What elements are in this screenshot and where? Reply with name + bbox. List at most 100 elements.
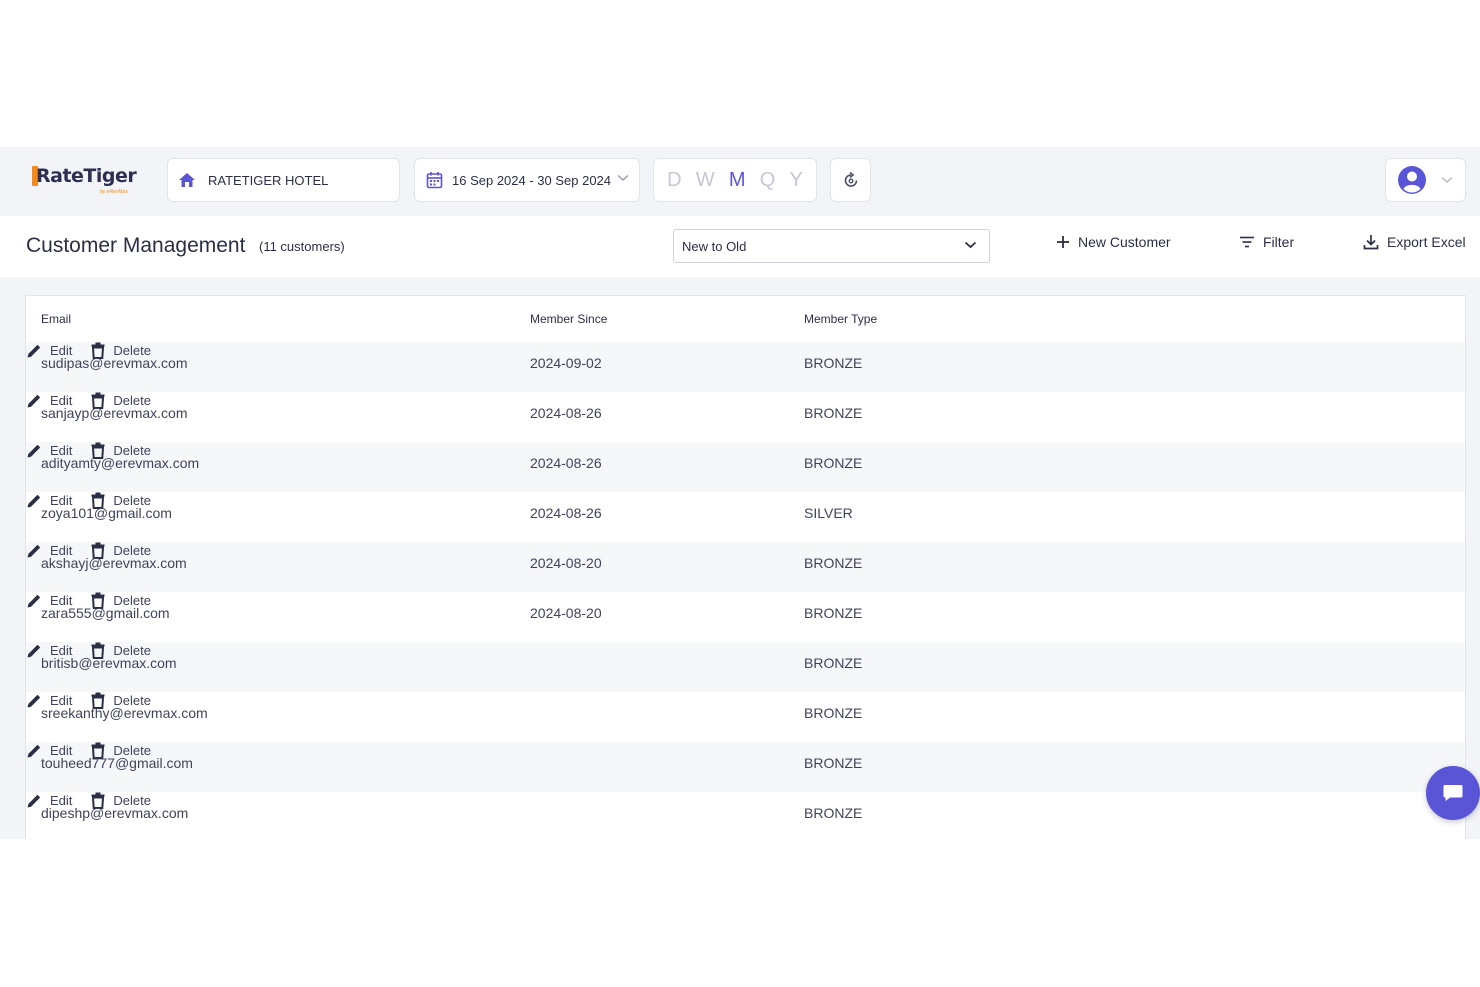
- chat-button[interactable]: [1426, 766, 1480, 820]
- pencil-icon: [27, 544, 41, 557]
- customer-email: dipeshp@erevmax.com: [41, 805, 189, 821]
- row-actions: Edit Delete: [26, 642, 1465, 659]
- table-row: zoya101@gmail.com 2024-08-26 SILVER Edit…: [26, 492, 1465, 542]
- customer-email: akshayj@erevmax.com: [41, 555, 187, 571]
- row-actions: Edit Delete: [26, 592, 1465, 609]
- chevron-down-icon: [617, 174, 629, 182]
- user-avatar-icon: [1398, 166, 1426, 194]
- member-since: 2024-08-20: [530, 555, 602, 571]
- member-type: BRONZE: [804, 805, 863, 821]
- user-menu[interactable]: [1385, 158, 1466, 202]
- filter-label: Filter: [1263, 234, 1295, 250]
- customer-email: britisb@erevmax.com: [41, 655, 177, 671]
- column-header-member-since: Member Since: [530, 312, 608, 326]
- period-day[interactable]: D: [667, 169, 681, 192]
- member-type: SILVER: [804, 505, 853, 521]
- member-since: 2024-08-26: [530, 505, 602, 521]
- table-row: sanjayp@erevmax.com 2024-08-26 BRONZE Ed…: [26, 392, 1465, 442]
- refresh-icon: [844, 171, 857, 187]
- member-type: BRONZE: [804, 655, 863, 671]
- period-week[interactable]: W: [696, 169, 715, 192]
- customer-email: sanjayp@erevmax.com: [41, 405, 188, 421]
- table-row: touheed777@gmail.com BRONZE Edit Delete: [26, 742, 1465, 792]
- row-actions: Edit Delete: [26, 342, 1465, 359]
- column-header-member-type: Member Type: [804, 312, 878, 326]
- sort-select[interactable]: New to Old: [673, 229, 990, 263]
- period-year[interactable]: Y: [789, 169, 802, 192]
- member-type: BRONZE: [804, 755, 863, 771]
- new-customer-label: New Customer: [1078, 234, 1171, 250]
- row-actions: Edit Delete: [26, 492, 1465, 509]
- member-type: BRONZE: [804, 455, 863, 471]
- hotel-selector[interactable]: RATETIGER HOTEL: [167, 158, 400, 202]
- new-customer-button[interactable]: New Customer: [1056, 234, 1171, 250]
- chevron-down-icon: [1441, 176, 1453, 184]
- customer-email: zara555@gmail.com: [41, 605, 170, 621]
- calendar-icon: [426, 172, 443, 189]
- customer-email: touheed777@gmail.com: [41, 755, 193, 771]
- pencil-icon: [27, 594, 41, 607]
- top-bar: RateTiger by eRevMax RATETIGER HOTEL 16 …: [0, 147, 1480, 216]
- member-type: BRONZE: [804, 705, 863, 721]
- member-type: BRONZE: [804, 605, 863, 621]
- customer-email: zoya101@gmail.com: [41, 505, 172, 521]
- pencil-icon: [27, 794, 41, 807]
- sort-selected-value: New to Old: [682, 238, 747, 254]
- refresh-button[interactable]: [830, 158, 871, 202]
- row-actions: Edit Delete: [26, 742, 1465, 759]
- period-toggle: D W M Q Y: [653, 158, 817, 202]
- pencil-icon: [27, 694, 41, 707]
- member-since: 2024-08-20: [530, 605, 602, 621]
- customer-count: (11 customers): [259, 239, 345, 254]
- member-since: 2024-08-26: [530, 455, 602, 471]
- app-shell: RateTiger by eRevMax RATETIGER HOTEL 16 …: [0, 147, 1480, 839]
- customer-email: sudipas@erevmax.com: [41, 355, 188, 371]
- row-actions: Edit Delete: [26, 442, 1465, 459]
- date-range-picker[interactable]: 16 Sep 2024 - 30 Sep 2024: [414, 158, 640, 202]
- table-row: adityamty@erevmax.com 2024-08-26 BRONZE …: [26, 442, 1465, 492]
- filter-icon: [1240, 236, 1254, 248]
- table-header: Email Member Since Member Type: [26, 296, 1465, 342]
- member-since: 2024-08-26: [530, 405, 602, 421]
- member-type: BRONZE: [804, 355, 863, 371]
- row-actions: Edit Delete: [26, 792, 1465, 809]
- table-row: britisb@erevmax.com BRONZE Edit Delete: [26, 642, 1465, 692]
- period-month[interactable]: M: [729, 169, 746, 192]
- row-actions: Edit Delete: [26, 692, 1465, 709]
- home-icon: [179, 173, 195, 187]
- pencil-icon: [27, 644, 41, 657]
- row-actions: Edit Delete: [26, 392, 1465, 409]
- member-type: BRONZE: [804, 555, 863, 571]
- table-row: sreekanthy@erevmax.com BRONZE Edit Delet…: [26, 692, 1465, 742]
- customer-table: Email Member Since Member Type sudipas@e…: [25, 295, 1466, 839]
- hotel-name: RATETIGER HOTEL: [208, 172, 329, 188]
- column-header-email: Email: [41, 312, 72, 326]
- pencil-icon: [27, 744, 41, 757]
- pencil-icon: [27, 344, 41, 357]
- row-actions: Edit Delete: [26, 542, 1465, 559]
- logo-wordmark: RateTiger: [36, 165, 137, 187]
- chat-icon: [1443, 785, 1463, 801]
- date-range-label: 16 Sep 2024 - 30 Sep 2024: [452, 172, 612, 188]
- period-quarter[interactable]: Q: [760, 169, 776, 192]
- page-title: Customer Management: [26, 234, 246, 257]
- member-type: BRONZE: [804, 405, 863, 421]
- plus-icon: [1057, 236, 1069, 248]
- download-icon: [1363, 235, 1379, 250]
- customer-email: adityamty@erevmax.com: [41, 455, 200, 471]
- export-excel-button[interactable]: Export Excel: [1363, 234, 1466, 250]
- ratetiger-logo[interactable]: RateTiger by eRevMax: [30, 163, 142, 197]
- customer-email: sreekanthy@erevmax.com: [41, 705, 208, 721]
- member-since: 2024-09-02: [530, 355, 602, 371]
- filter-button[interactable]: Filter: [1239, 234, 1294, 250]
- pencil-icon: [27, 444, 41, 457]
- logo-tagline: by eRevMax: [100, 189, 128, 195]
- table-row: zara555@gmail.com 2024-08-20 BRONZE Edit…: [26, 592, 1465, 642]
- page-header: Customer Management (11 customers) New t…: [0, 216, 1480, 277]
- export-excel-label: Export Excel: [1387, 234, 1466, 250]
- table-row: sudipas@erevmax.com 2024-09-02 BRONZE Ed…: [26, 342, 1465, 392]
- pencil-icon: [27, 494, 41, 507]
- table-row: dipeshp@erevmax.com BRONZE Edit Delete: [26, 792, 1465, 839]
- pencil-icon: [27, 394, 41, 407]
- table-row: akshayj@erevmax.com 2024-08-20 BRONZE Ed…: [26, 542, 1465, 592]
